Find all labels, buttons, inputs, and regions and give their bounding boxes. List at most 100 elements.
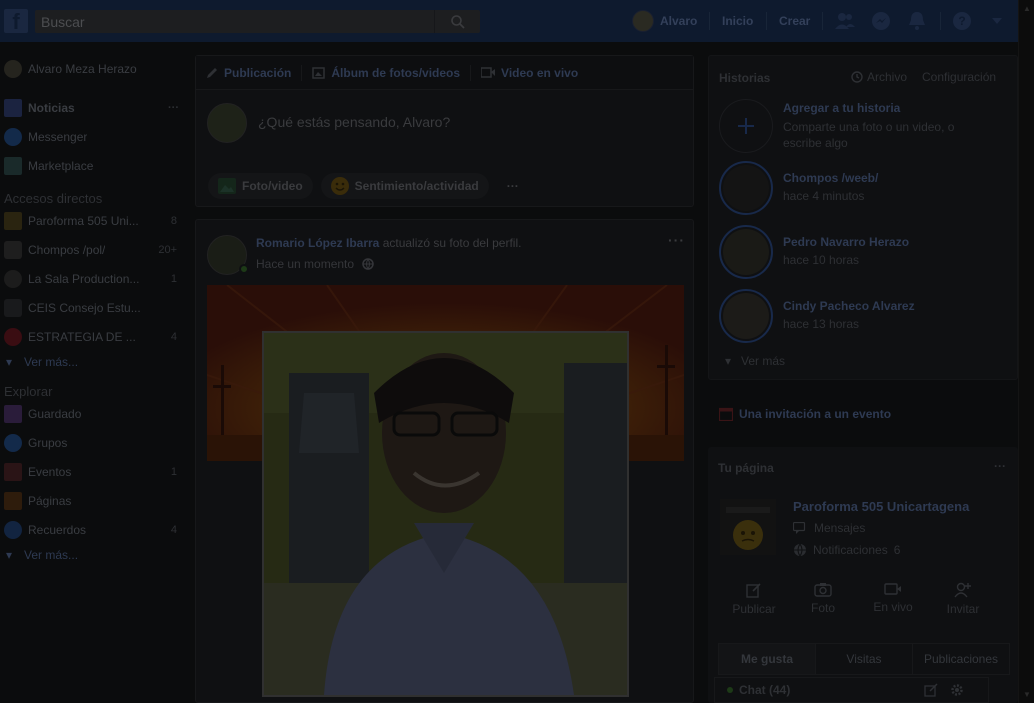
friends-icon[interactable] — [834, 10, 856, 32]
more-options-icon[interactable]: ··· — [168, 102, 179, 114]
sidebar-item-shortcut[interactable]: Paroforma 505 Uni... 8 — [0, 206, 185, 235]
sidebar-item-saved[interactable]: Guardado — [0, 399, 185, 428]
chevron-down-icon: ▾ — [6, 355, 13, 369]
search-icon — [450, 14, 465, 29]
event-invite-row[interactable]: Una invitación a un evento — [719, 407, 891, 421]
photo-video-button[interactable]: Foto/video — [208, 173, 313, 199]
sidebar-item-messenger[interactable]: Messenger — [0, 122, 185, 151]
feed-post: Romario López Ibarra actualizó su foto d… — [195, 219, 694, 703]
see-more-explore[interactable]: ▾ Ver más... — [0, 544, 185, 566]
badge-count: 4 — [170, 523, 177, 536]
album-icon — [312, 66, 326, 79]
sidebar-item-memories[interactable]: Recuerdos 4 — [0, 515, 185, 544]
add-person-icon — [954, 582, 972, 598]
more-options-icon[interactable]: ··· — [994, 459, 1006, 473]
page-publish-button[interactable]: Publicar — [724, 582, 784, 616]
story-time: hace 13 horas — [783, 317, 860, 331]
stories-panel: Historias Archivo Configuración Agregar … — [708, 55, 1018, 380]
add-story-subtitle: Comparte una foto o un video, o escribe … — [783, 120, 955, 150]
sidebar-item-shortcut[interactable]: Chompos /pol/ 20+ — [0, 235, 185, 264]
video-icon — [481, 67, 496, 78]
sidebar-item-profile[interactable]: Alvaro Meza Herazo — [0, 54, 185, 83]
page-invite-button[interactable]: Invitar — [933, 582, 993, 616]
sidebar-item-shortcut[interactable]: La Sala Production... 1 — [0, 264, 185, 293]
see-more-shortcuts[interactable]: ▾ Ver más... — [0, 351, 185, 373]
story-name: Chompos /weeb/ — [783, 171, 879, 185]
page-messages[interactable]: Mensajes — [793, 521, 865, 535]
sidebar-item-label: Marketplace — [28, 158, 94, 173]
sidebar-item-label: ESTRATEGIA DE ... — [28, 329, 136, 344]
sidebar-item-label: Eventos — [28, 464, 72, 479]
facebook-logo[interactable]: f — [4, 9, 28, 34]
home-link[interactable]: Inicio — [722, 14, 753, 28]
post-author[interactable]: Romario López Ibarra — [256, 236, 379, 250]
search-input[interactable] — [35, 10, 435, 33]
composer-input[interactable]: ¿Qué estás pensando, Alvaro? — [258, 114, 450, 130]
tab-likes[interactable]: Me gusta — [719, 644, 816, 674]
search-box[interactable] — [35, 10, 480, 33]
sidebar-item-label: Recuerdos — [28, 522, 87, 537]
feeling-activity-button[interactable]: Sentimiento/actividad — [320, 173, 489, 199]
settings-link[interactable]: Configuración — [922, 70, 996, 84]
badge-count: 8 — [170, 214, 177, 227]
stories-title: Historias — [719, 71, 771, 85]
stories-see-more[interactable]: ▾ Ver más — [725, 354, 785, 368]
globe-icon — [362, 258, 374, 270]
story-name: Pedro Navarro Herazo — [783, 235, 910, 249]
tab-publication[interactable]: Publicación — [196, 64, 303, 81]
help-icon[interactable]: ? — [951, 10, 973, 32]
sidebar-item-label: Alvaro Meza Herazo — [28, 61, 137, 76]
create-link[interactable]: Crear — [779, 14, 810, 28]
tab-live-video[interactable]: Video en vivo — [471, 65, 588, 81]
sidebar-item-news[interactable]: Noticias ··· — [0, 93, 185, 122]
chat-bar[interactable]: Chat (44) — [714, 677, 989, 703]
sidebar-item-shortcut[interactable]: CEIS Consejo Estu... — [0, 293, 185, 322]
archive-link[interactable]: Archivo — [851, 70, 907, 84]
sidebar-item-groups[interactable]: Grupos — [0, 428, 185, 457]
sidebar-item-events[interactable]: Eventos 1 — [0, 457, 185, 486]
page-live-button[interactable]: En vivo — [863, 582, 923, 614]
group-icon — [4, 240, 22, 259]
story-item[interactable]: Chompos /weeb/ hace 4 minutos — [719, 161, 878, 215]
event-invite-label: Una invitación a un evento — [739, 407, 892, 421]
add-story-button[interactable] — [719, 99, 773, 153]
section-title-shortcuts: Accesos directos — [4, 191, 103, 206]
sidebar-item-pages[interactable]: Páginas — [0, 486, 185, 515]
page-notifications[interactable]: Notificaciones 6 — [793, 543, 900, 557]
search-button[interactable] — [434, 10, 480, 33]
post-options-icon[interactable]: ··· — [668, 232, 685, 248]
tab-photo-album[interactable]: Álbum de fotos/videos — [302, 64, 472, 81]
clock-icon — [4, 520, 22, 539]
gear-icon[interactable] — [950, 683, 964, 697]
story-item[interactable]: Pedro Navarro Herazo hace 10 horas — [719, 225, 909, 279]
new-message-icon[interactable] — [924, 683, 938, 697]
scroll-up-icon[interactable]: ▲ — [1023, 4, 1031, 13]
page-photo-button[interactable]: Foto — [793, 582, 853, 615]
badge-count: 20+ — [158, 243, 177, 256]
calendar-icon — [719, 407, 733, 421]
tab-posts[interactable]: Publicaciones — [913, 644, 1009, 674]
more-options-button[interactable]: ··· — [497, 173, 529, 199]
tab-visits[interactable]: Visitas — [816, 644, 913, 674]
sidebar-item-marketplace[interactable]: Marketplace — [0, 151, 185, 180]
page-avatar[interactable] — [720, 499, 776, 555]
profile-link[interactable]: Alvaro — [632, 10, 697, 32]
sidebar-item-shortcut[interactable]: ESTRATEGIA DE ... 4 — [0, 322, 185, 351]
post-timestamp: Hace un momento — [256, 257, 374, 271]
add-story[interactable]: Agregar a tu historia Comparte una foto … — [719, 99, 988, 153]
profile-photo[interactable] — [262, 331, 629, 697]
scrollbar[interactable]: ▲ ▼ — [1018, 0, 1034, 703]
bell-icon[interactable] — [906, 10, 928, 32]
story-item[interactable]: Cindy Pacheco Alvarez hace 13 horas — [719, 289, 915, 343]
event-invite[interactable]: Una invitación a un evento — [708, 394, 1018, 436]
composer-actions: Foto/video Sentimiento/actividad ··· — [208, 173, 529, 199]
group-icon — [4, 298, 22, 317]
page-name[interactable]: Paroforma 505 Unicartagena — [793, 499, 969, 514]
badge-count: 4 — [170, 330, 177, 343]
scroll-down-icon[interactable]: ▼ — [1023, 690, 1031, 699]
divider — [766, 12, 767, 30]
avatar — [207, 103, 247, 143]
caret-down-icon[interactable] — [986, 10, 1008, 32]
messenger-icon[interactable] — [870, 10, 892, 32]
left-sidebar: Alvaro Meza Herazo Noticias ··· Messenge… — [0, 54, 185, 566]
